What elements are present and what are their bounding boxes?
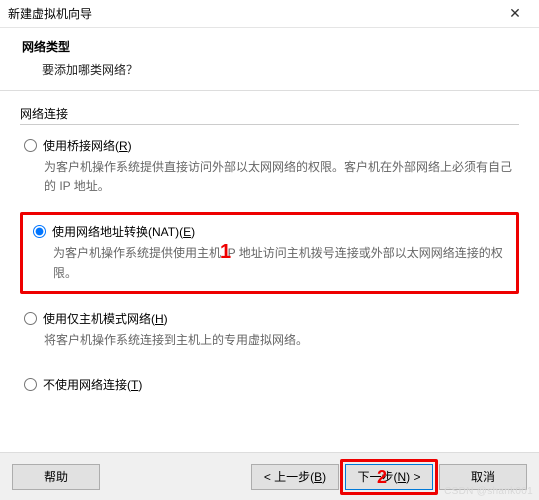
radio-bridged[interactable] [24, 139, 37, 152]
option-hostonly-label: 使用仅主机模式网络(H) [43, 310, 168, 327]
section-label: 网络连接 [20, 105, 519, 122]
close-icon: ✕ [509, 5, 521, 22]
next-button[interactable]: 下一步(N) > [345, 464, 433, 490]
option-nat-label: 使用网络地址转换(NAT)(E) [52, 223, 195, 240]
window-title: 新建虚拟机向导 [8, 5, 499, 22]
annotation-highlight-1: 使用网络地址转换(NAT)(E) 为客户机操作系统提供使用主机 IP 地址访问主… [20, 212, 519, 293]
header-title: 网络类型 [22, 38, 517, 55]
option-none-label: 不使用网络连接(T) [43, 376, 142, 393]
radio-hostonly[interactable] [24, 312, 37, 325]
option-bridged-label: 使用桥接网络(R) [43, 137, 132, 154]
option-bridged: 使用桥接网络(R) 为客户机操作系统提供直接访问外部以太网网络的权限。客户机在外… [20, 135, 519, 198]
option-nat-row[interactable]: 使用网络地址转换(NAT)(E) [33, 223, 506, 240]
cancel-button[interactable]: 取消 [439, 464, 527, 490]
title-bar: 新建虚拟机向导 ✕ [0, 0, 539, 28]
close-button[interactable]: ✕ [499, 4, 531, 24]
option-bridged-row[interactable]: 使用桥接网络(R) [24, 137, 515, 154]
option-nat-desc: 为客户机操作系统提供使用主机 IP 地址访问主机拨号连接或外部以太网网络连接的权… [53, 244, 506, 282]
option-bridged-desc: 为客户机操作系统提供直接访问外部以太网网络的权限。客户机在外部网络上必须有自己的… [44, 158, 515, 196]
wizard-header: 网络类型 要添加哪类网络？ [0, 28, 539, 91]
radio-nat[interactable] [33, 225, 46, 238]
back-button[interactable]: < 上一步(B) [251, 464, 339, 490]
header-subtitle: 要添加哪类网络？ [42, 61, 517, 78]
option-hostonly-row[interactable]: 使用仅主机模式网络(H) [24, 310, 515, 327]
wizard-footer: 帮助 < 上一步(B) 下一步(N) > 取消 [0, 452, 539, 500]
option-hostonly: 使用仅主机模式网络(H) 将客户机操作系统连接到主机上的专用虚拟网络。 [20, 308, 519, 352]
help-button[interactable]: 帮助 [12, 464, 100, 490]
option-none: 不使用网络连接(T) [20, 374, 519, 395]
divider [20, 124, 519, 125]
option-nat: 使用网络地址转换(NAT)(E) 为客户机操作系统提供使用主机 IP 地址访问主… [29, 221, 510, 284]
option-hostonly-desc: 将客户机操作系统连接到主机上的专用虚拟网络。 [44, 331, 515, 350]
radio-none[interactable] [24, 378, 37, 391]
option-none-row[interactable]: 不使用网络连接(T) [24, 376, 515, 393]
wizard-window: 新建虚拟机向导 ✕ 网络类型 要添加哪类网络？ 网络连接 使用桥接网络(R) 为… [0, 0, 539, 500]
wizard-body: 网络连接 使用桥接网络(R) 为客户机操作系统提供直接访问外部以太网网络的权限。… [0, 91, 539, 452]
